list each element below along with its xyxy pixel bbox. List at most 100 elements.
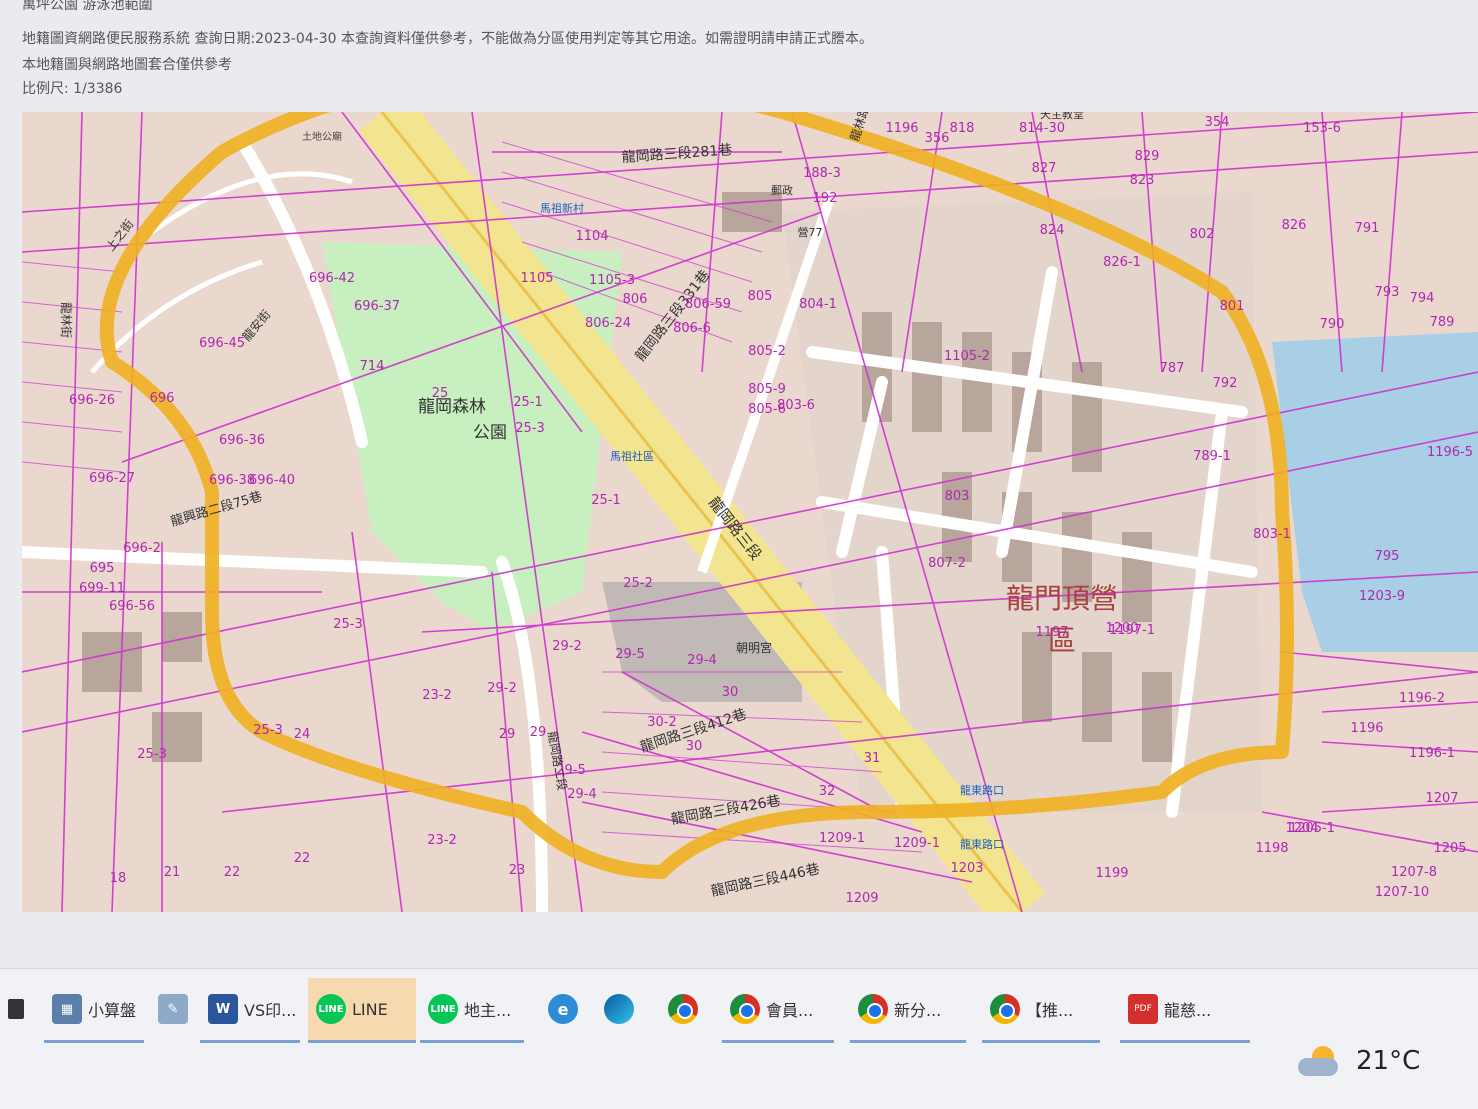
parcel-number: 354 (1205, 115, 1230, 130)
parcel-number: 696-26 (69, 393, 115, 408)
parcel-number: 25-3 (137, 747, 167, 762)
temperature: 21°C (1356, 1046, 1421, 1076)
taskbar-label-new: 新分... (894, 1001, 942, 1020)
parcel-number: 1197-1 (1109, 623, 1155, 638)
parcel-number: 805 (748, 289, 773, 304)
parcel-number: 794 (1410, 291, 1435, 306)
parcel-number: 818 (950, 121, 975, 136)
map-scale: 比例尺: 1/3386 (22, 81, 123, 97)
parcel-number: 806 (623, 292, 648, 307)
parcel-number: 1105-2 (944, 349, 990, 364)
parcel-number: 29 (530, 725, 547, 740)
park-name-1: 龍岡森林 (418, 397, 486, 417)
taskbar-chrome-push[interactable]: 【推... (982, 978, 1100, 1043)
parcel-number: 1205 (1433, 841, 1466, 856)
taskbar-label-line: LINE (352, 999, 388, 1019)
cadastral-map[interactable]: 龍岡森林 公園 龍門頂營 區 朝明宮 馬祖新村 馬祖社區 土地公廟 龍東路口 龍… (22, 112, 1478, 912)
parcel-number: 826 (1282, 218, 1307, 233)
parcel-number: 188-3 (803, 166, 841, 181)
parcel-number: 1203 (950, 861, 983, 876)
parcel-number: 356 (925, 131, 950, 146)
taskbar-chrome-member[interactable]: 會員... (722, 978, 834, 1043)
taskbar-label-member: 會員... (766, 1001, 814, 1020)
parcel-number: 789 (1430, 315, 1455, 330)
pdf-icon: PDF (1128, 994, 1158, 1024)
parcel-number: 29-2 (487, 681, 517, 696)
taskbar-ie[interactable]: e (540, 978, 590, 1040)
parcel-number: 1204 (1285, 821, 1318, 836)
ie-icon: e (548, 994, 578, 1024)
header-note: 本地籍圖與網路地圖套合僅供參考 (22, 57, 232, 73)
parcel-number: 792 (1213, 376, 1238, 391)
taskbar-paint[interactable]: ✎ (150, 978, 196, 1040)
parcel-number: 696-27 (89, 471, 135, 486)
word-icon: W (208, 994, 238, 1024)
parcel-number: 827 (1032, 161, 1057, 176)
parcel-number: 1209-1 (894, 836, 940, 851)
parcel-number: 814-30 (1019, 121, 1065, 136)
taskbar-label-landowner: 地主... (464, 1001, 512, 1020)
screen: 萬坪公園 游泳池範圍 地籍圖資網路便民服務系統 查詢日期:2023-04-30 … (0, 0, 1478, 1109)
parcel-number: 1209 (845, 891, 878, 906)
parcel-number: 25-2 (623, 576, 653, 591)
header-title: 萬坪公園 游泳池範圍 (22, 0, 153, 13)
parcel-number: 1196 (1350, 721, 1383, 736)
parcel-number: 21 (164, 865, 181, 880)
taskbar-calculator[interactable]: ▦ 小算盤 (44, 978, 144, 1043)
parcel-number: 25-1 (591, 493, 621, 508)
parcel-number: 696-56 (109, 599, 155, 614)
parcel-number: 1203-9 (1359, 589, 1405, 604)
parcel-number: 804-1 (799, 297, 837, 312)
parcel-number: 696-40 (249, 473, 295, 488)
parcel-number: 801 (1220, 299, 1245, 314)
map-canvas[interactable]: 龍岡森林 公園 龍門頂營 區 朝明宮 馬祖新村 馬祖社區 土地公廟 龍東路口 龍… (22, 112, 1478, 912)
bus-stop-1: 馬祖新村 (540, 201, 584, 215)
parcel-number: 22 (224, 865, 241, 880)
parcel-number: 1197 (1035, 625, 1068, 640)
bus-stop-2: 馬祖社區 (610, 449, 654, 463)
parcel-number: 696-2 (123, 541, 161, 556)
parcel-number: 30-2 (647, 715, 677, 730)
parcel-number: 787 (1160, 361, 1185, 376)
taskbar-pin[interactable] (0, 978, 40, 1040)
parcel-number: 696 (150, 391, 175, 406)
camp-name-1: 龍門頂營 (1006, 582, 1118, 615)
parcel-number: 1209-1 (819, 831, 865, 846)
parcel-number: 30 (686, 739, 703, 754)
parcel-number: 29 (499, 727, 516, 742)
pin-icon (8, 999, 24, 1019)
parcel-number: 1207-8 (1391, 865, 1437, 880)
taskbar-line[interactable]: LINE LINE (308, 978, 416, 1043)
taskbar-edge[interactable] (596, 978, 650, 1040)
parcel-number: 806-6 (673, 321, 711, 336)
parcel-number: 699-11 (79, 581, 125, 596)
parcel-number: 18 (110, 871, 127, 886)
parcel-number: 25-3 (253, 723, 283, 738)
parcel-number: 23-2 (427, 833, 457, 848)
parcel-number: 23 (509, 863, 526, 878)
parcel-number: 805-2 (748, 344, 786, 359)
chrome-icon (990, 994, 1020, 1024)
parcel-number: 790 (1320, 317, 1345, 332)
church-label: 天主教堂 (1040, 112, 1084, 121)
parcel-number: 29-2 (552, 639, 582, 654)
parcel-number: 31 (864, 751, 881, 766)
temple-small-label: 土地公廟 (302, 130, 342, 143)
taskbar-chrome-new[interactable]: 新分... (850, 978, 966, 1043)
taskbar-word[interactable]: W VS印... (200, 978, 300, 1043)
weather-widget[interactable]: 21°C (1298, 1046, 1420, 1076)
parcel-number: 1104 (575, 229, 608, 244)
weather-cloud-icon (1298, 1046, 1342, 1076)
taskbar-chrome[interactable] (660, 978, 716, 1040)
paint-icon: ✎ (158, 994, 188, 1024)
parcel-number: 32 (819, 784, 836, 799)
taskbar-label-pdf: 龍慈... (1164, 1001, 1212, 1020)
taskbar-pdf[interactable]: PDF 龍慈... (1120, 978, 1250, 1043)
parcel-number: 803-1 (1253, 527, 1291, 542)
taskbar-line-landowner[interactable]: LINE 地主... (420, 978, 524, 1043)
parcel-number: 22 (294, 851, 311, 866)
parcel-number: 823 (1130, 173, 1155, 188)
parcel-number: 1196 (885, 121, 918, 136)
parcel-number: 23-2 (422, 688, 452, 703)
calculator-icon: ▦ (52, 994, 82, 1024)
